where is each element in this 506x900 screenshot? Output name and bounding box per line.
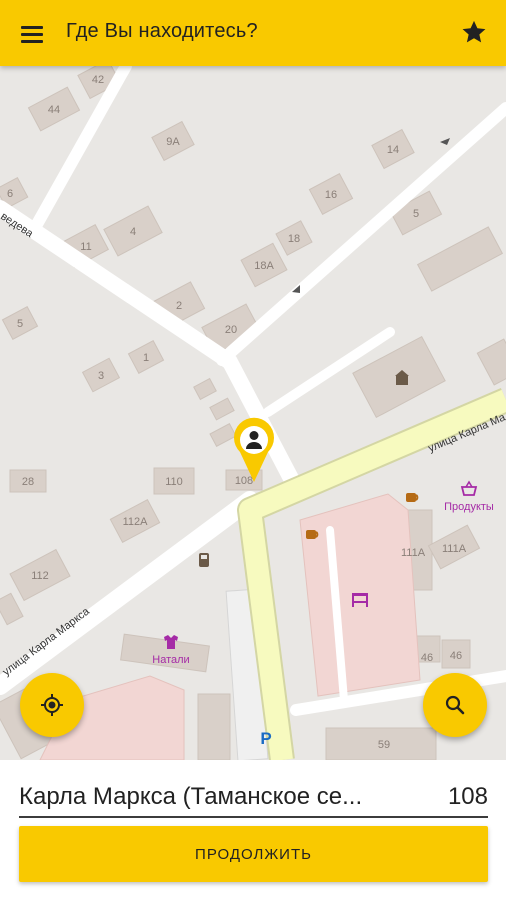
menu-icon[interactable] xyxy=(21,22,45,46)
building xyxy=(197,693,231,760)
house-number: 6 xyxy=(7,188,13,200)
cafe-icon xyxy=(306,530,319,539)
house-number: 44 xyxy=(48,104,60,116)
house-number: 28 xyxy=(22,476,34,488)
house-number: 2 xyxy=(176,300,182,312)
house-number: 112A xyxy=(123,516,149,528)
house-number: 111A xyxy=(442,543,467,555)
map-view[interactable]: 42 44 9A 14 6 16 5 11 4 18 18A 2 20 5 1 … xyxy=(0,66,506,760)
app-bar: Где Вы находитесь? xyxy=(0,0,506,66)
parking-icon: P xyxy=(260,729,271,748)
my-location-button[interactable] xyxy=(20,673,84,737)
house-number: 111A xyxy=(401,547,426,559)
street-text: Карла Маркса (Таманское се... xyxy=(19,783,363,810)
house-number: 46 xyxy=(450,650,462,662)
house-number: 4 xyxy=(130,226,136,238)
address-field[interactable]: Карла Маркса (Таманское се... 108 xyxy=(19,778,488,818)
continue-button[interactable]: ПРОДОЛЖИТЬ xyxy=(19,826,488,882)
house-number: 14 xyxy=(387,144,399,156)
house-number: 3 xyxy=(98,370,104,382)
house-number: 20 xyxy=(225,324,237,336)
house-number: 16 xyxy=(325,189,337,201)
search-icon xyxy=(445,695,465,715)
house-number: 112 xyxy=(31,570,49,582)
house-number: 5 xyxy=(413,208,419,220)
house-number: 5 xyxy=(17,318,23,330)
poi-label: Продукты xyxy=(444,501,494,513)
search-button[interactable] xyxy=(423,673,487,737)
my-location-icon xyxy=(41,694,63,716)
house-number: 1 xyxy=(143,352,149,364)
cafe-icon xyxy=(406,493,419,502)
house-number: 9A xyxy=(166,136,180,148)
monument-icon xyxy=(199,553,209,567)
house-number: 11 xyxy=(80,241,91,253)
house-number: 42 xyxy=(92,74,104,86)
house-number: 18 xyxy=(288,233,300,245)
star-icon[interactable] xyxy=(460,18,488,46)
house-number: 108 xyxy=(235,475,253,487)
house-number: 18A xyxy=(254,260,274,272)
house-number: 110 xyxy=(165,476,183,488)
page-title: Где Вы находитесь? xyxy=(66,20,258,42)
poi-label: Натали xyxy=(152,654,189,666)
house-number: 59 xyxy=(378,739,390,751)
person-icon xyxy=(249,431,259,440)
house-number-text: 108 xyxy=(447,783,488,810)
house-number: 46 xyxy=(421,652,433,664)
